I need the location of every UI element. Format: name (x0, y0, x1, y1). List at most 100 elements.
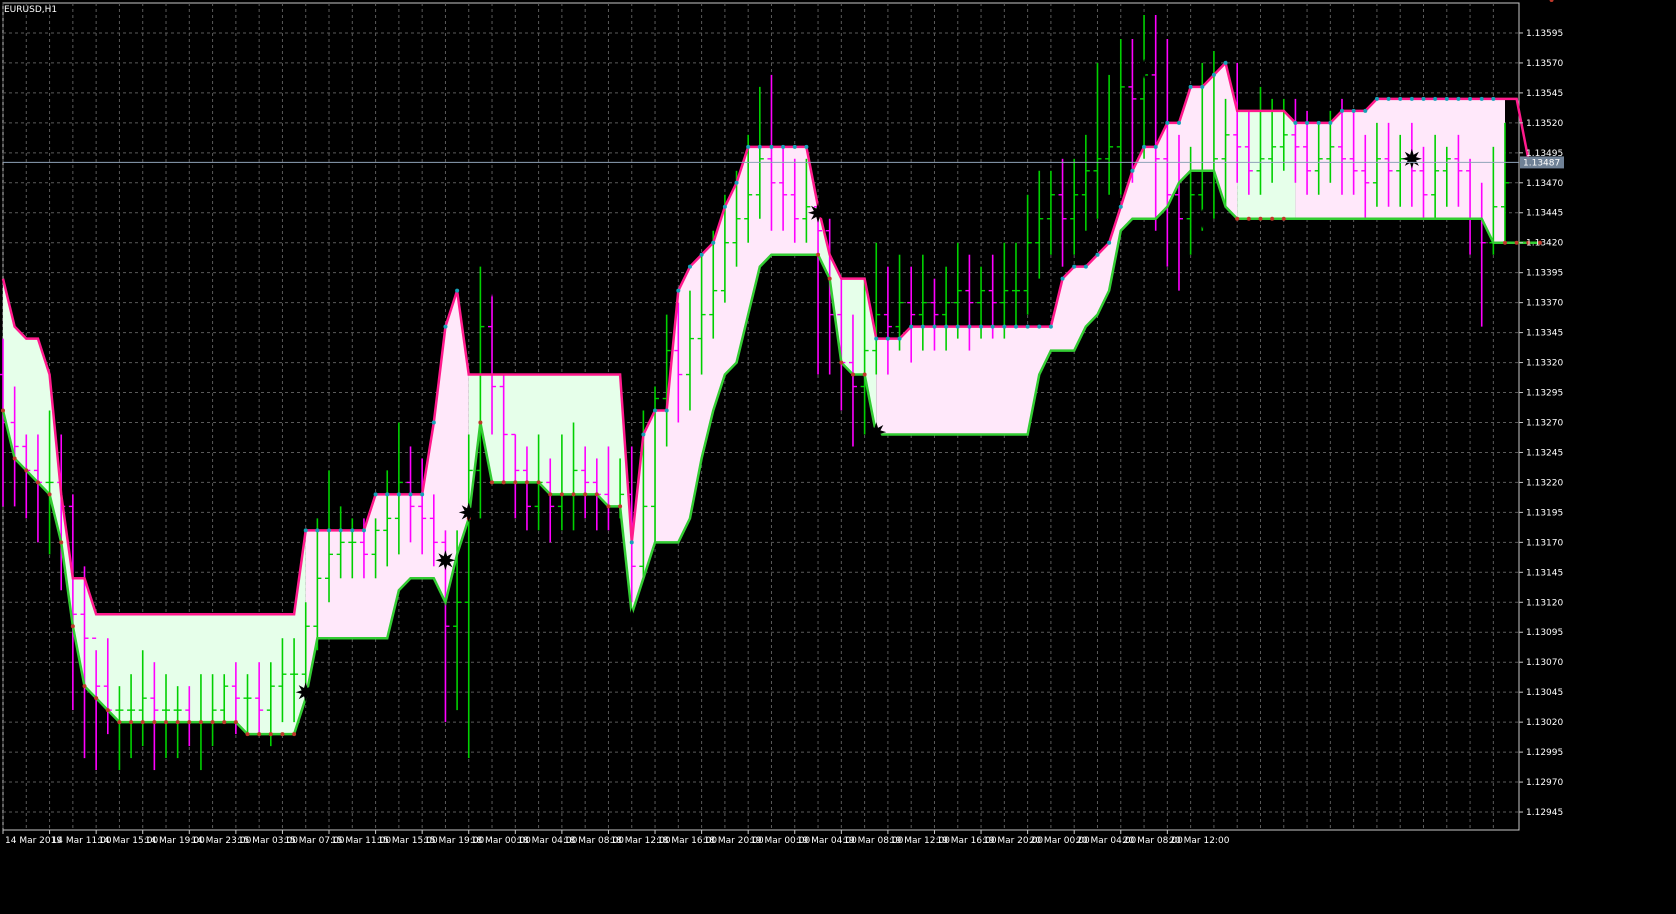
channel-dot (920, 324, 925, 329)
channel-dot (1456, 96, 1461, 101)
channel-dot (490, 480, 495, 485)
channel-dot (571, 492, 576, 497)
channel-dot (1083, 264, 1088, 269)
channel-dot (1468, 96, 1473, 101)
channel-dot (431, 420, 436, 425)
channel-dot (664, 408, 669, 413)
channel-fill-segment (1237, 110, 1296, 219)
y-tick-label: 1.13220 (1526, 478, 1563, 488)
channel-dot (559, 492, 564, 497)
channel-dot (874, 336, 879, 341)
channel-dot (198, 720, 203, 725)
channel-dot (594, 492, 599, 497)
channel-dot (536, 480, 541, 485)
y-tick-label: 1.13070 (1526, 658, 1563, 668)
channel-dot (1398, 96, 1403, 101)
channel-dot (699, 252, 704, 257)
y-tick-label: 1.13120 (1526, 598, 1563, 608)
channel-dot (361, 528, 366, 533)
y-tick-label: 1.13595 (1526, 29, 1563, 39)
channel-dot (1223, 60, 1228, 65)
channel-dot (1153, 144, 1158, 149)
channel-dot (1328, 120, 1333, 125)
channel-dot (1351, 108, 1356, 113)
channel-dot (420, 492, 425, 497)
channel-dot (210, 720, 215, 725)
channel-dot (1305, 120, 1310, 125)
channel-dot (722, 204, 727, 209)
y-tick-label: 1.13520 (1526, 119, 1563, 129)
channel-dot (129, 720, 134, 725)
channel-dot (350, 528, 355, 533)
price-chart[interactable]: 1.13487 1.12945 1.12970 1.12995 1.13020 1.13… (0, 0, 1676, 910)
symbol-label: EURUSD,H1 (4, 5, 57, 15)
channel-dot (501, 480, 506, 485)
channel-dot (816, 252, 821, 257)
channel-dot (1235, 216, 1240, 221)
channel-dot (804, 144, 809, 149)
channel-dot (47, 492, 52, 497)
channel-dot (1421, 96, 1426, 101)
y-tick-label: 1.12970 (1526, 778, 1563, 788)
channel-dot (839, 360, 844, 365)
channel-dot (1, 408, 5, 413)
channel-dot (932, 324, 937, 329)
channel-dot (781, 144, 786, 149)
y-tick-label: 1.13370 (1526, 299, 1563, 309)
channel-dot (618, 504, 623, 509)
channel-dot (583, 492, 588, 497)
channel-dot (1281, 216, 1286, 221)
channel-dot (94, 696, 99, 701)
channel-dot (909, 324, 914, 329)
channel-dot (944, 324, 949, 329)
channel-dot (1270, 216, 1275, 221)
channel-dot (1176, 120, 1181, 125)
channel-dot (1374, 96, 1379, 101)
channel-dot (1165, 120, 1170, 125)
channel-dot (1002, 324, 1007, 329)
chart-canvas[interactable]: 1.13487 1.12945 1.12970 1.12995 1.13020 1.13… (0, 0, 1676, 910)
y-tick-label: 1.13020 (1526, 718, 1563, 728)
channel-dot (1130, 168, 1135, 173)
channel-dot (117, 720, 122, 725)
y-tick-label: 1.13470 (1526, 179, 1563, 189)
channel-dot (524, 480, 529, 485)
channel-dot (827, 276, 832, 281)
y-tick-label: 1.13145 (1526, 568, 1563, 578)
channel-dot (653, 408, 658, 413)
channel-dot (1491, 96, 1496, 101)
channel-dot (315, 528, 320, 533)
channel-dot (1433, 96, 1438, 101)
channel-dot (24, 468, 29, 473)
channel-dot (1107, 240, 1112, 245)
channel-dot (687, 264, 692, 269)
channel-dot (164, 720, 169, 725)
channel-dot (1316, 120, 1321, 125)
channel-dot (1339, 108, 1344, 113)
channel-dot (1258, 216, 1263, 221)
channel-dot (955, 324, 960, 329)
channel-dot (82, 684, 87, 689)
channel-dot (1072, 264, 1077, 269)
channel-dot (222, 720, 227, 725)
y-tick-label: 1.13195 (1526, 508, 1563, 518)
channel-dot (233, 720, 238, 725)
channel-dot (408, 492, 413, 497)
channel-dot (1514, 240, 1519, 245)
y-tick-label: 1.13295 (1526, 389, 1563, 399)
y-tick-label: 1.13045 (1526, 688, 1563, 698)
channel-dot (373, 492, 378, 497)
channel-dot (792, 144, 797, 149)
y-tick-label: 1.13170 (1526, 538, 1563, 548)
current-price-label: 1.13487 (1523, 158, 1560, 168)
channel-dot (303, 528, 308, 533)
channel-dot (513, 480, 518, 485)
channel-dot (757, 144, 762, 149)
y-tick-label: 1.13570 (1526, 59, 1563, 69)
channel-dot (1409, 96, 1414, 101)
channel-dot (70, 624, 75, 629)
channel-dot (1363, 108, 1368, 113)
channel-dot (862, 372, 867, 377)
y-tick-label: 1.13270 (1526, 418, 1563, 428)
y-tick-label: 1.13420 (1526, 239, 1563, 249)
